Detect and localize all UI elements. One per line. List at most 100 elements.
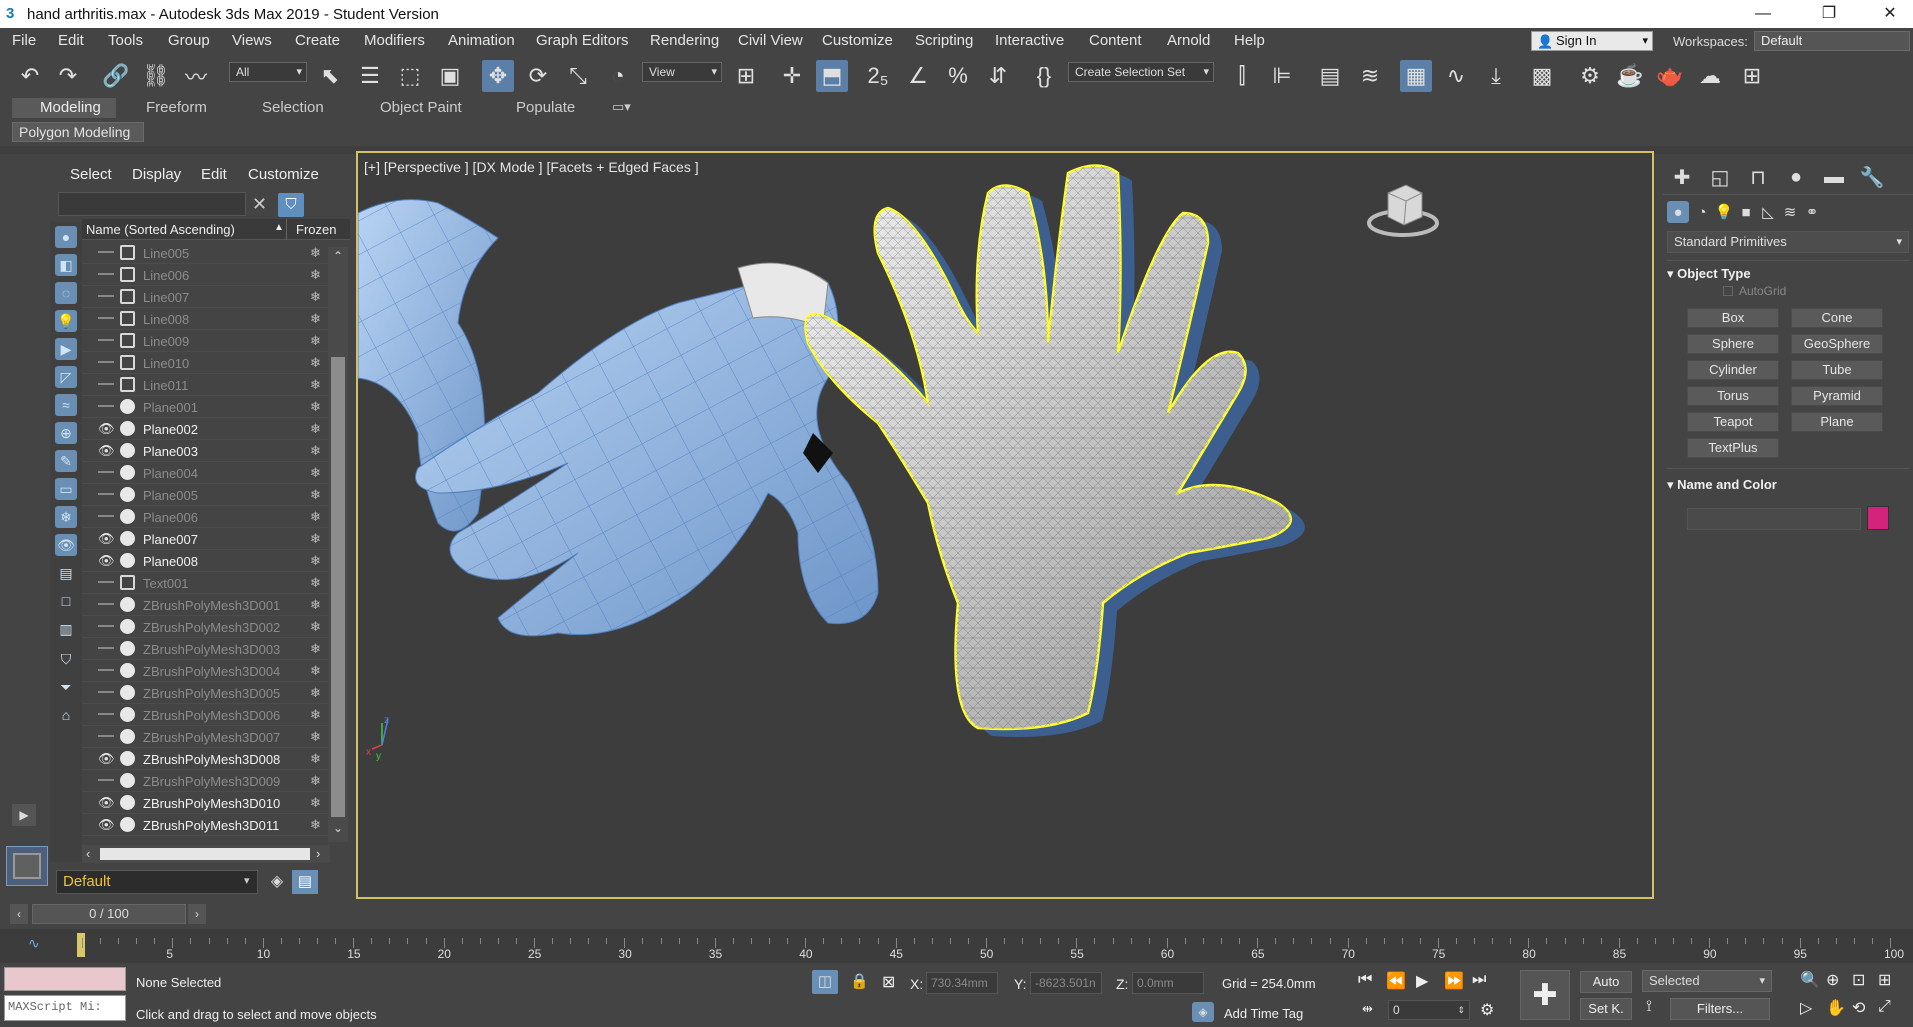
list-item[interactable]: ZBrushPolyMesh3D003 ❄: [82, 638, 340, 660]
list-item[interactable]: Line009 ❄: [82, 330, 340, 352]
eye-closed-icon[interactable]: [98, 333, 114, 341]
key-tangent-icon[interactable]: ⟟: [1646, 998, 1652, 1016]
toggle-layer-explorer-icon[interactable]: ≋: [1354, 60, 1386, 92]
menu-civil-view[interactable]: Civil View: [738, 32, 803, 49]
freeze-icon[interactable]: ❄: [310, 751, 321, 767]
filter-toggle-icon[interactable]: ⛉: [278, 193, 304, 217]
object-type-rollout[interactable]: Object Type: [1667, 266, 1750, 282]
zoom-all-icon[interactable]: ⊕: [1826, 970, 1839, 990]
ribbon-options-icon[interactable]: ▭▾: [612, 99, 631, 118]
select-and-scale-icon[interactable]: ⤡: [562, 60, 594, 92]
plane-button[interactable]: Plane: [1791, 412, 1883, 432]
perspective-viewport[interactable]: [+] [Perspective ] [DX Mode ] [Facets + …: [356, 151, 1654, 899]
eye-closed-icon[interactable]: [98, 509, 114, 517]
set-key-button[interactable]: Set K.: [1580, 998, 1632, 1020]
layer-dropdown[interactable]: Default: [56, 870, 258, 894]
eye-closed-icon[interactable]: [98, 487, 114, 495]
close-button[interactable]: ✕: [1867, 0, 1913, 28]
list-item[interactable]: Line006 ❄: [82, 264, 340, 286]
isolate-selection-icon[interactable]: ◫: [812, 970, 838, 994]
x-coord-field[interactable]: 730.34mm: [926, 972, 998, 994]
orbit-icon[interactable]: ⟲: [1852, 998, 1865, 1018]
zoom-extents-all-icon[interactable]: ⊞: [1878, 970, 1891, 990]
toggle-ribbon-icon[interactable]: ▦: [1400, 60, 1432, 92]
list-item[interactable]: Plane001 ❄: [82, 396, 340, 418]
freeze-icon[interactable]: ❄: [310, 377, 321, 393]
list-item[interactable]: ZBrushPolyMesh3D002 ❄: [82, 616, 340, 638]
eye-closed-icon[interactable]: [98, 663, 114, 671]
explorer-menu-edit[interactable]: Edit: [201, 166, 227, 183]
y-coord-field[interactable]: -8623.501n: [1030, 972, 1102, 994]
freeze-icon[interactable]: ❄: [310, 399, 321, 415]
explorer-menu-select[interactable]: Select: [70, 166, 112, 183]
view-cube-icon[interactable]: [1367, 184, 1439, 237]
eye-closed-icon[interactable]: [98, 355, 114, 363]
object-color-swatch[interactable]: [1867, 506, 1889, 530]
motion-tab-icon[interactable]: ●: [1781, 164, 1811, 190]
select-by-name-icon[interactable]: ☰: [354, 60, 386, 92]
material-editor-icon[interactable]: ▩: [1526, 60, 1558, 92]
play-icon[interactable]: ▶: [1416, 971, 1428, 991]
eye-closed-icon[interactable]: [98, 575, 114, 583]
geosphere-button[interactable]: GeoSphere: [1791, 334, 1883, 354]
freeze-icon[interactable]: ❄: [310, 531, 321, 547]
z-coord-field[interactable]: 0.0mm: [1132, 972, 1204, 994]
eye-closed-icon[interactable]: [98, 267, 114, 275]
lights-category-icon[interactable]: 💡: [1713, 201, 1735, 223]
rectangular-selection-icon[interactable]: ⬚: [394, 60, 426, 92]
list-item[interactable]: 👁 ZBrushPolyMesh3D010 ❄: [82, 792, 340, 814]
maximize-viewport-icon[interactable]: ⤢: [1878, 998, 1891, 1016]
pyramid-button[interactable]: Pyramid: [1791, 386, 1883, 406]
eye-closed-icon[interactable]: [98, 773, 114, 781]
list-item[interactable]: Plane004 ❄: [82, 462, 340, 484]
explorer-search-input[interactable]: [58, 192, 246, 216]
object-name-input[interactable]: [1687, 508, 1861, 530]
rendered-frame-window-icon[interactable]: ☕: [1614, 60, 1646, 92]
list-item[interactable]: ZBrushPolyMesh3D001 ❄: [82, 594, 340, 616]
tab-freeform[interactable]: Freeform: [146, 99, 207, 118]
textplus-button[interactable]: TextPlus: [1687, 438, 1779, 458]
hierarchy-tab-icon[interactable]: ⊓: [1743, 164, 1773, 190]
list-item[interactable]: ZBrushPolyMesh3D005 ❄: [82, 682, 340, 704]
add-time-tag[interactable]: Add Time Tag: [1224, 1006, 1303, 1021]
absolute-mode-icon[interactable]: ⊠: [882, 972, 895, 992]
eye-icon[interactable]: 👁: [98, 553, 115, 568]
list-item[interactable]: 👁 Plane008 ❄: [82, 550, 340, 572]
cameras-category-icon[interactable]: ■: [1735, 201, 1757, 223]
eye-icon[interactable]: 👁: [98, 531, 115, 546]
list-item[interactable]: Line010 ❄: [82, 352, 340, 374]
freeze-icon[interactable]: ❄: [310, 663, 321, 679]
snaps-toggle-icon[interactable]: 2₅: [862, 60, 894, 92]
a360-gallery-icon[interactable]: ⊞: [1736, 60, 1768, 92]
time-slider[interactable]: 0 / 100: [32, 904, 186, 924]
geometry-category-icon[interactable]: ●: [1667, 201, 1689, 223]
box-button[interactable]: Box: [1687, 308, 1779, 328]
freeze-icon[interactable]: ❄: [310, 465, 321, 481]
freeze-icon[interactable]: ❄: [310, 729, 321, 745]
menu-edit[interactable]: Edit: [58, 32, 84, 49]
menu-help[interactable]: Help: [1234, 32, 1265, 49]
eye-closed-icon[interactable]: [98, 597, 114, 605]
eye-icon[interactable]: 👁: [98, 817, 115, 832]
maxscript-input[interactable]: MAXScript Mi:: [4, 995, 126, 1021]
name-and-color-rollout[interactable]: Name and Color: [1667, 477, 1777, 493]
modify-tab-icon[interactable]: ◱: [1705, 164, 1735, 190]
goto-start-icon[interactable]: ⏮: [1358, 971, 1372, 989]
eye-closed-icon[interactable]: [98, 289, 114, 297]
selection-filter-dropdown[interactable]: All: [229, 62, 307, 82]
menu-create[interactable]: Create: [295, 32, 340, 49]
curve-editor-mini-icon[interactable]: ∿: [28, 935, 40, 952]
spinner-icon[interactable]: ⇕: [1457, 1001, 1465, 1019]
eye-closed-icon[interactable]: [98, 377, 114, 385]
reference-coordinate-dropdown[interactable]: View: [642, 62, 722, 82]
zoom-icon[interactable]: 🔍: [1800, 970, 1820, 990]
list-item[interactable]: ZBrushPolyMesh3D006 ❄: [82, 704, 340, 726]
minimize-button[interactable]: —: [1740, 0, 1786, 28]
freeze-icon[interactable]: ❄: [310, 619, 321, 635]
tab-modeling[interactable]: Modeling: [40, 99, 101, 118]
bind-space-warp-icon[interactable]: 〰: [180, 60, 212, 92]
schematic-view-icon[interactable]: ⤓: [1480, 60, 1512, 92]
mirror-icon[interactable]: ⫿: [1226, 60, 1258, 92]
freeze-icon[interactable]: ❄: [310, 685, 321, 701]
next-key-icon[interactable]: ⏩: [1444, 971, 1464, 991]
